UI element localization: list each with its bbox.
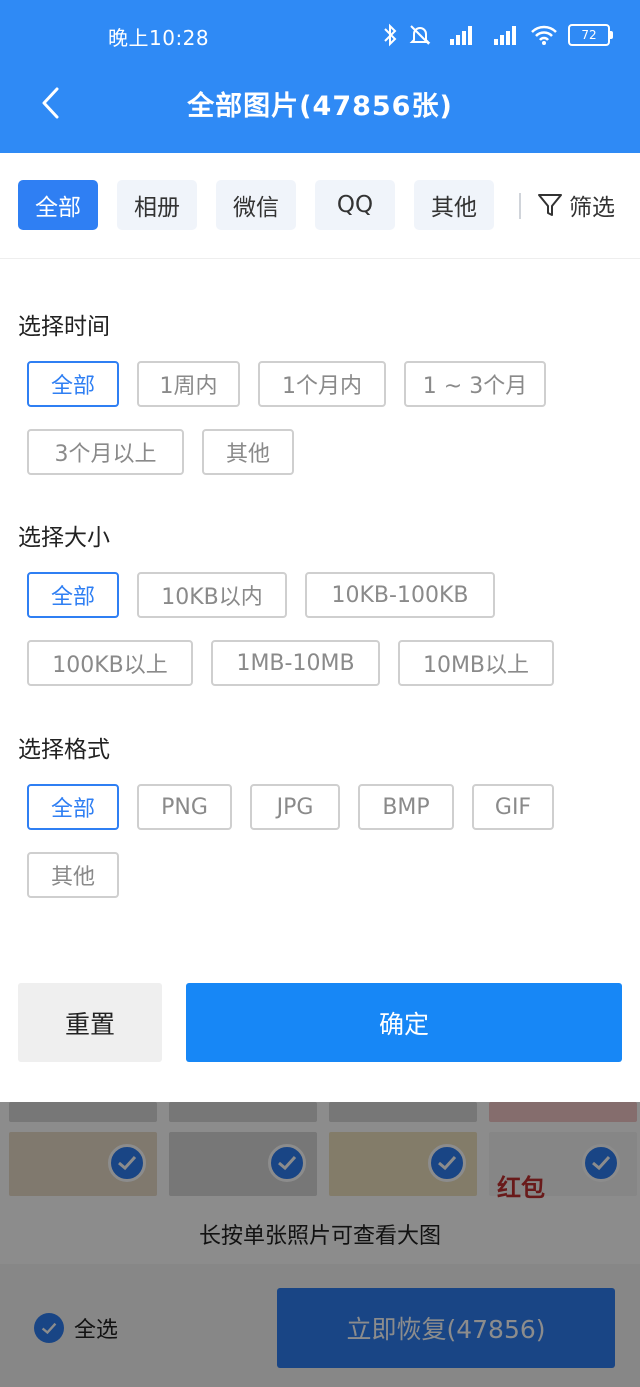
size-option-all[interactable]: 全部	[27, 572, 119, 618]
filter-icon	[538, 194, 562, 216]
time-option-over-3-months[interactable]: 3个月以上	[27, 429, 184, 475]
tab-divider	[519, 193, 521, 219]
photo-thumbnail	[9, 1102, 157, 1122]
tab-other[interactable]: 其他	[414, 180, 494, 230]
thumbnail-caption: 红包	[497, 1174, 545, 1202]
filter-label: 筛选	[569, 195, 615, 221]
bluetooth-icon	[384, 23, 397, 47]
time-option-1-month[interactable]: 1个月内	[258, 361, 386, 407]
time-option-all[interactable]: 全部	[27, 361, 119, 407]
format-option-bmp[interactable]: BMP	[358, 784, 454, 830]
photo-grid-background: 红包 长按单张照片可查看大图 全选 立即恢复(47856)	[0, 1102, 640, 1387]
checkmark-icon[interactable]	[582, 1144, 620, 1182]
size-option-under-10kb[interactable]: 10KB以内	[137, 572, 287, 618]
status-icons: 72	[382, 20, 613, 50]
signal-hd-2-icon	[494, 26, 516, 45]
filter-button[interactable]: 筛选	[537, 185, 615, 225]
format-option-other[interactable]: 其他	[27, 852, 119, 898]
tab-wechat[interactable]: 微信	[216, 180, 296, 230]
tab-qq[interactable]: QQ	[315, 180, 395, 230]
wifi-icon	[531, 25, 557, 45]
size-section-title: 选择大小	[18, 525, 110, 551]
size-option-10kb-100kb[interactable]: 10KB-100KB	[305, 572, 495, 618]
photo-thumbnail	[169, 1102, 317, 1122]
photo-thumbnail	[329, 1102, 477, 1122]
recover-now-button[interactable]: 立即恢复(47856)	[277, 1288, 615, 1368]
battery-indicator: 72	[568, 24, 613, 46]
time-option-1-week[interactable]: 1周内	[137, 361, 240, 407]
photo-thumbnail	[489, 1102, 637, 1122]
checkmark-icon[interactable]	[428, 1144, 466, 1182]
status-time: 晚上10:28	[108, 26, 210, 50]
tab-all[interactable]: 全部	[18, 180, 98, 230]
format-option-jpg[interactable]: JPG	[250, 784, 340, 830]
mute-bell-icon	[409, 25, 431, 45]
format-option-gif[interactable]: GIF	[472, 784, 554, 830]
select-all-label: 全选	[74, 1318, 119, 1343]
page-title: 全部图片(47856张)	[187, 91, 453, 122]
time-option-other[interactable]: 其他	[202, 429, 294, 475]
tab-album[interactable]: 相册	[117, 180, 197, 230]
time-section-title: 选择时间	[18, 314, 110, 340]
reset-button[interactable]: 重置	[18, 983, 162, 1062]
size-option-over-100kb[interactable]: 100KB以上	[27, 640, 193, 686]
format-option-png[interactable]: PNG	[137, 784, 232, 830]
bottom-action-bar: 全选 立即恢复(47856)	[0, 1264, 640, 1387]
format-section-title: 选择格式	[18, 737, 110, 763]
format-option-all[interactable]: 全部	[27, 784, 119, 830]
source-tabs: 全部 相册 微信 QQ 其他 筛选	[0, 153, 640, 259]
filter-panel: 选择时间 全部 1周内 1个月内 1 ~ 3个月 3个月以上 其他 选择大小 全…	[0, 259, 640, 1102]
time-option-1-3-months[interactable]: 1 ~ 3个月	[404, 361, 546, 407]
checkmark-icon[interactable]	[268, 1144, 306, 1182]
size-option-over-10mb[interactable]: 10MB以上	[398, 640, 554, 686]
checkmark-icon	[34, 1313, 64, 1343]
checkmark-icon[interactable]	[108, 1144, 146, 1182]
confirm-button[interactable]: 确定	[186, 983, 622, 1062]
select-all-toggle[interactable]: 全选	[34, 1312, 118, 1344]
signal-hd-icon	[450, 26, 472, 45]
size-option-1mb-10mb[interactable]: 1MB-10MB	[211, 640, 380, 686]
long-press-hint: 长按单张照片可查看大图	[198, 1224, 441, 1249]
app-bar: 晚上10:28 72 全部图片(47856张)	[0, 0, 640, 153]
